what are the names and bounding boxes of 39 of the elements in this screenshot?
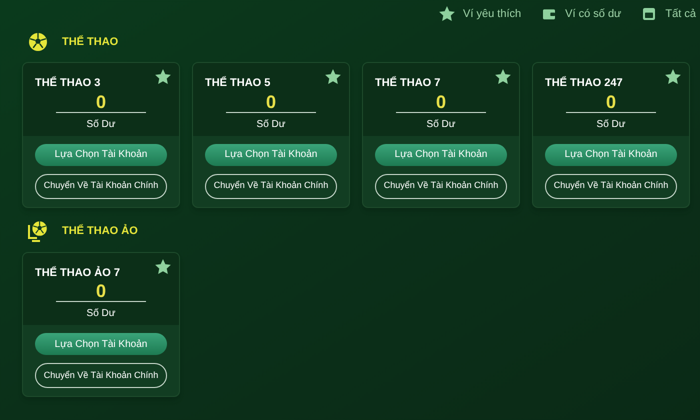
star-icon[interactable]: [665, 69, 681, 85]
wallet-name: THỂ THAO 7: [375, 75, 440, 91]
transfer-main-button[interactable]: Chuyển Về Tài Khoản Chính: [35, 174, 167, 198]
balance-amount: 0: [266, 92, 276, 112]
wallet-name: THỂ THAO 247: [545, 75, 623, 91]
balance-label: Số Dư: [256, 118, 286, 132]
box-icon: [641, 6, 658, 22]
filter-link[interactable]: Tất cả: [665, 6, 696, 22]
transfer-main-button[interactable]: Chuyển Về Tài Khoản Chính: [35, 363, 167, 388]
select-account-button[interactable]: Lựa Chọn Tài Khoản: [35, 333, 167, 355]
soccer-ball-icon: [26, 30, 50, 54]
monitor-ball-icon: [26, 220, 50, 244]
wallet-name: THỂ THAO 5: [205, 75, 270, 91]
section-title: THỂ THAO ẢO: [62, 223, 138, 240]
select-account-button[interactable]: Lựa Chọn Tài Khoản: [375, 144, 507, 166]
transfer-main-button[interactable]: Chuyển Về Tài Khoản Chính: [545, 174, 677, 198]
section-title: THỂ THAO: [62, 34, 118, 50]
filter-link[interactable]: Ví có số dư: [565, 6, 622, 22]
balance-amount: 0: [436, 92, 446, 112]
star-icon[interactable]: [155, 69, 171, 85]
select-account-button[interactable]: Lựa Chọn Tài Khoản: [205, 144, 337, 166]
star-icon[interactable]: [325, 69, 341, 85]
wallet-name: THỂ THAO 3: [35, 75, 100, 91]
balance-label: Số Dư: [596, 118, 626, 132]
balance-label: Số Dư: [426, 118, 456, 132]
balance-amount: 0: [606, 92, 616, 112]
select-account-button[interactable]: Lựa Chọn Tài Khoản: [35, 144, 167, 166]
balance-label: Số Dư: [86, 307, 116, 321]
wallet-name: THỂ THAO ẢO 7: [35, 265, 120, 280]
star-icon[interactable]: [155, 258, 171, 274]
balance-amount: 0: [96, 281, 106, 301]
balance-label: Số Dư: [86, 118, 116, 132]
transfer-main-button[interactable]: Chuyển Về Tài Khoản Chính: [205, 174, 337, 198]
select-account-button[interactable]: Lựa Chọn Tài Khoản: [545, 144, 677, 166]
star-icon: [439, 6, 456, 22]
transfer-main-button[interactable]: Chuyển Về Tài Khoản Chính: [375, 174, 507, 198]
star-icon[interactable]: [495, 69, 511, 85]
balance-amount: 0: [96, 92, 106, 112]
filter-link[interactable]: Ví yêu thích: [463, 6, 522, 22]
